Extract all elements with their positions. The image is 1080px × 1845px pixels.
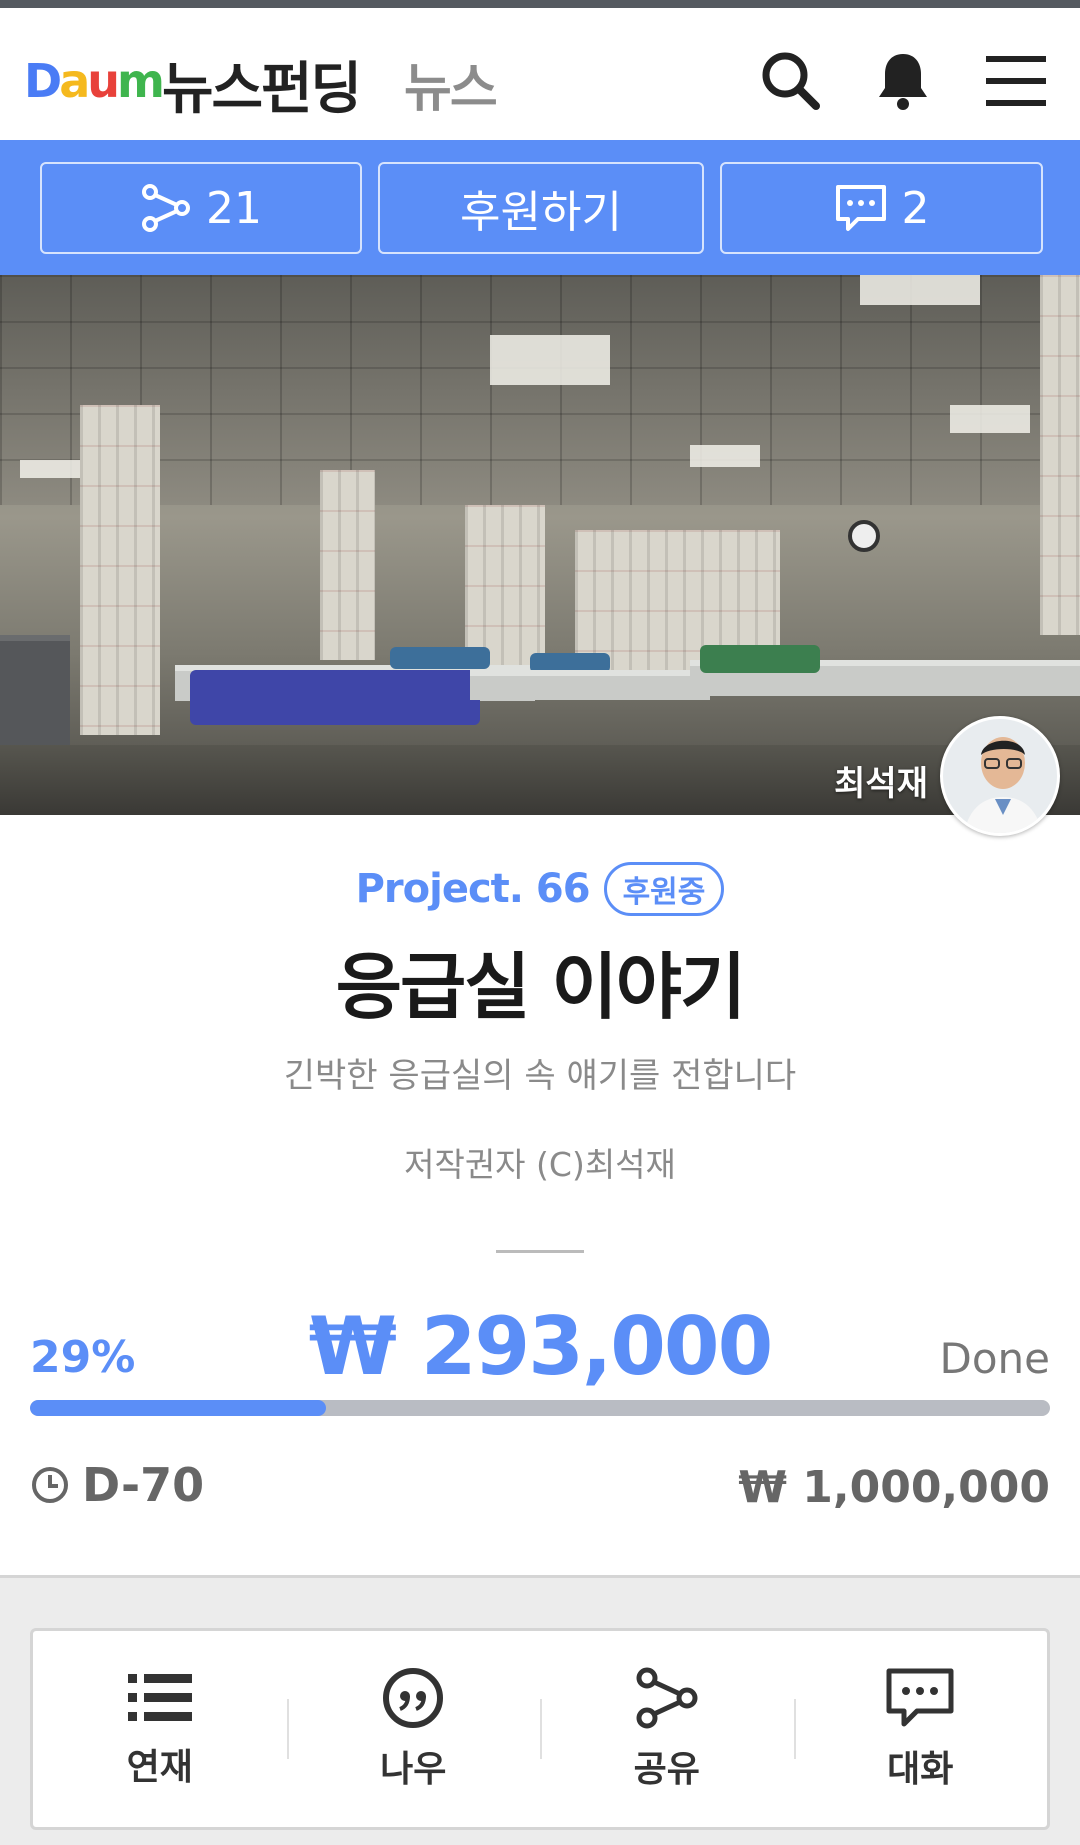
app-header: Daum 뉴스펀딩 뉴스 <box>0 8 1080 140</box>
project-description: 긴박한 응급실의 속 얘기를 전합니다 <box>283 1056 797 1096</box>
nav-serial-label: 연재 <box>126 1747 193 1788</box>
author-avatar[interactable] <box>940 716 1060 836</box>
bell-icon[interactable] <box>868 46 938 116</box>
comment-icon <box>835 185 886 231</box>
bottom-nav: 연재 나우 공유 대화 <box>30 1628 1050 1830</box>
share-count-button[interactable]: 21 <box>40 162 362 254</box>
author-name[interactable]: 최석재 <box>834 756 928 805</box>
status-badge: 후원중 <box>603 862 725 916</box>
project-title: 응급실 이야기 <box>335 945 747 1029</box>
quote-icon <box>383 1668 444 1728</box>
bottom-area: 연재 나우 공유 대화 <box>0 1575 1080 1845</box>
comment-count: 2 <box>901 182 930 234</box>
menu-icon[interactable] <box>982 46 1052 116</box>
days-left: D-70 <box>30 1458 204 1512</box>
funding-progress-bar <box>30 1400 1050 1416</box>
nav-now-label: 나우 <box>380 1749 447 1790</box>
funding-amount: ₩ 293,000 <box>308 1300 773 1393</box>
chat-icon <box>886 1668 954 1727</box>
nav-chat[interactable]: 대화 <box>793 1631 1048 1827</box>
comment-count-button[interactable]: 2 <box>720 162 1043 254</box>
share-count: 21 <box>206 182 262 234</box>
funding-goal: ₩ 1,000,000 <box>738 1462 1050 1513</box>
list-icon <box>127 1674 192 1721</box>
section-title[interactable]: 뉴스 <box>404 46 498 121</box>
clock-icon <box>32 1467 68 1503</box>
share-icon <box>636 1667 698 1729</box>
project-number: Project. 66 <box>355 866 591 912</box>
hero-image <box>0 275 1080 815</box>
project-header: Project. 66 후원중 <box>0 862 1080 916</box>
funding-status: Done <box>939 1334 1051 1383</box>
action-bar: 21 후원하기 2 <box>0 140 1080 275</box>
days-left-label: D-70 <box>82 1458 205 1512</box>
nav-share[interactable]: 공유 <box>540 1631 794 1827</box>
nav-now[interactable]: 나우 <box>286 1631 541 1827</box>
nav-serial[interactable]: 연재 <box>33 1631 287 1827</box>
daum-logo[interactable]: Daum <box>24 48 165 108</box>
nav-chat-label: 대화 <box>887 1749 954 1790</box>
status-strip <box>0 0 1080 8</box>
search-icon[interactable] <box>756 46 826 116</box>
nav-share-label: 공유 <box>633 1749 700 1790</box>
divider <box>496 1250 584 1253</box>
support-button[interactable]: 후원하기 <box>378 162 704 254</box>
share-icon <box>142 184 190 232</box>
funding-progress-fill <box>30 1400 326 1416</box>
copyright-notice: 저작권자 (C)최석재 <box>404 1145 676 1184</box>
service-title[interactable]: 뉴스펀딩 <box>162 44 362 125</box>
support-label: 후원하기 <box>460 187 622 238</box>
